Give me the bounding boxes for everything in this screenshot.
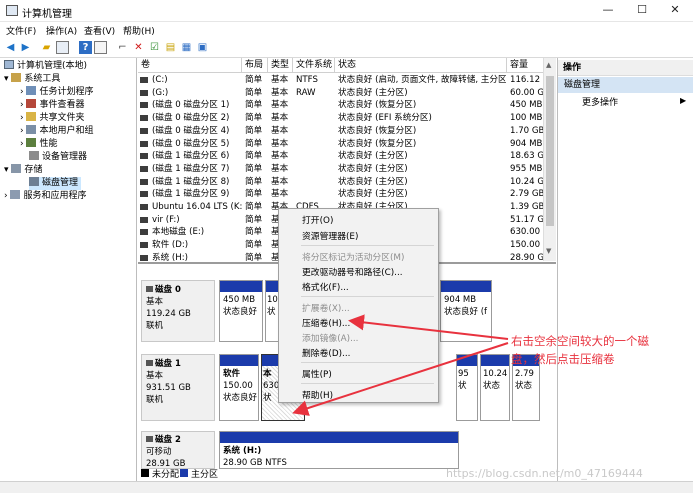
- arrow-to-shrink-volume: [348, 314, 509, 340]
- annotation-text: 右击空余空间较大的一个磁盘，然后点击压缩卷: [511, 334, 649, 366]
- annotation-arrows: [292, 314, 509, 416]
- arrow-to-partition: [292, 342, 509, 416]
- watermark: https://blog.csdn.net/m0_47169444: [446, 467, 643, 480]
